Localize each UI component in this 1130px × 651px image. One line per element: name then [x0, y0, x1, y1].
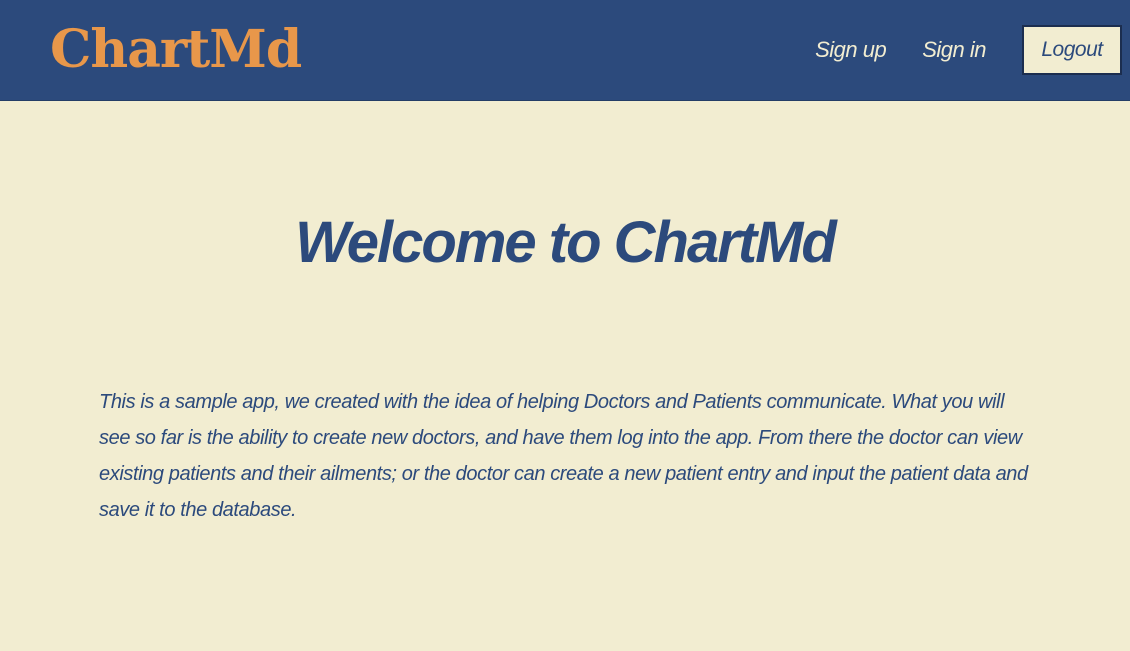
top-navbar: ChartMd Sign up Sign in Logout: [0, 0, 1130, 101]
page-title: Welcome to ChartMd: [295, 210, 837, 275]
logout-button[interactable]: Logout: [1022, 25, 1122, 75]
sign-up-link[interactable]: Sign up: [815, 37, 887, 63]
brand-logo[interactable]: ChartMd: [50, 18, 302, 82]
nav-links: Sign up Sign in Logout: [815, 25, 1122, 75]
intro-paragraph: This is a sample app, we created with th…: [99, 391, 1028, 521]
sign-in-link[interactable]: Sign in: [922, 37, 986, 63]
